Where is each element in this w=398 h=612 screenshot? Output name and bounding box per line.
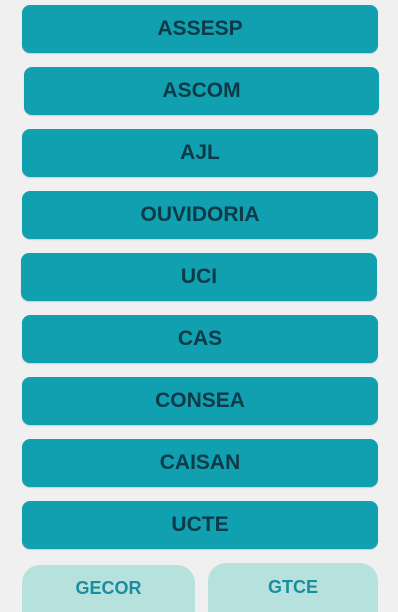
assesp-button[interactable]: ASSESP	[22, 5, 378, 53]
cas-button[interactable]: CAS	[22, 315, 378, 363]
gtce-tab[interactable]: GTCE	[208, 563, 378, 612]
ajl-button[interactable]: AJL	[22, 129, 378, 177]
gecor-tab[interactable]: GECOR	[22, 565, 195, 612]
consea-button[interactable]: CONSEA	[22, 377, 378, 425]
ucte-button[interactable]: UCTE	[22, 501, 378, 549]
caisan-button[interactable]: CAISAN	[22, 439, 378, 487]
uci-button[interactable]: UCI	[21, 253, 377, 301]
ouvidoria-button[interactable]: OUVIDORIA	[22, 191, 378, 239]
ascom-button[interactable]: ASCOM	[24, 67, 379, 115]
